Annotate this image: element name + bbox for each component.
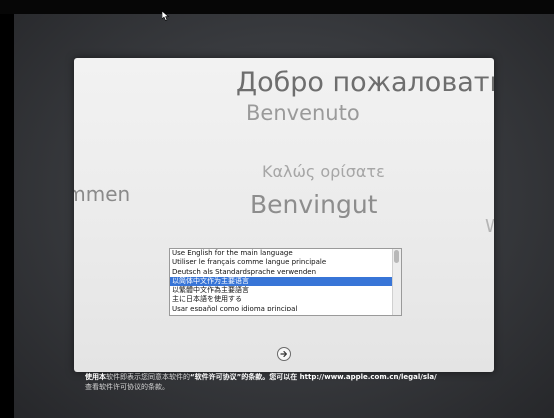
license-text-bold-1: 使用本: [85, 373, 106, 381]
right-arrow-icon: [280, 351, 287, 357]
language-option-spanish[interactable]: Usar español como idioma principal: [170, 305, 392, 311]
language-option-japanese[interactable]: 主に日本語を使用する: [170, 295, 392, 304]
license-line-1: 使用本软件即表示您同意本软件的“软件许可协议”的条款。您可以在 http://w…: [85, 373, 505, 383]
greeting-german-partial: ommen: [74, 182, 131, 206]
greeting-partial-w: W: [485, 216, 494, 237]
list-scrollbar[interactable]: [392, 249, 401, 315]
greeting-russian: Добро пожаловать!: [236, 67, 494, 98]
license-agreement-link[interactable]: “软件许可协议”: [190, 373, 241, 381]
mouse-pointer-icon: [162, 11, 170, 21]
language-option-simplified-chinese[interactable]: 以简体中文作为主要语言: [170, 276, 392, 287]
license-text-2: 软件即表示您同意本软件的: [106, 373, 190, 381]
language-option-german[interactable]: Deutsch als Standardsprache verwenden: [170, 268, 392, 277]
installer-window: Добро пожаловать! Benvenuto Καλώς ορίσατ…: [0, 0, 554, 418]
language-option-english[interactable]: Use English for the main language: [170, 249, 392, 258]
title-bar: [0, 0, 554, 14]
scrollbar-thumb[interactable]: [394, 250, 399, 263]
greeting-catalan: Benvingut: [250, 190, 378, 219]
welcome-panel: Добро пожаловать! Benvenuto Καλώς ορίσατ…: [74, 58, 494, 372]
license-line-2: 查看软件许可协议的条款。: [85, 382, 169, 391]
license-notice: 使用本软件即表示您同意本软件的“软件许可协议”的条款。您可以在 http://w…: [85, 373, 505, 392]
continue-button[interactable]: [277, 347, 291, 361]
language-list[interactable]: Use English for the main language Utilis…: [169, 248, 402, 316]
greeting-greek: Καλώς ορίσατε: [262, 162, 385, 181]
greeting-italian: Benvenuto: [246, 101, 360, 125]
language-option-french[interactable]: Utiliser le français comme langue princi…: [170, 258, 392, 267]
license-text-url[interactable]: 的条款。您可以在 http://www.apple.com.cn/legal/s…: [241, 373, 436, 381]
